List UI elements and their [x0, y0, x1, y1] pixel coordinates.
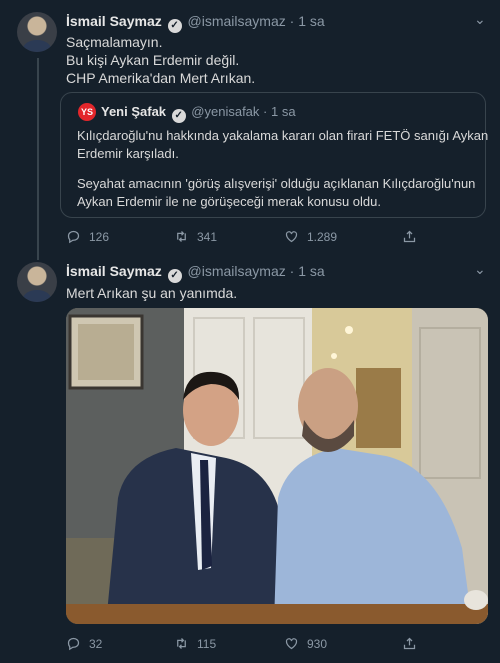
quote-text-line: Seyahat amacının 'görüş alışverişi' oldu… — [77, 176, 476, 191]
retweet-count: 341 — [197, 229, 218, 244]
verified-badge-icon: ✓ — [171, 109, 186, 123]
tweet-header: İsmail Saymaz ✓ @ismailsaymaz · 1 sa — [66, 263, 325, 283]
quote-header: Yeni Şafak ✓ @yenisafak · 1 sa — [101, 104, 296, 123]
avatar[interactable] — [17, 12, 57, 52]
retweet-icon — [177, 231, 186, 242]
more-options-icon[interactable]: ⌄ — [474, 261, 486, 278]
like-count: 930 — [307, 636, 328, 651]
author-handle[interactable]: @ismailsaymaz — [188, 263, 286, 279]
reply-icon — [67, 230, 80, 244]
quote-author-handle: @yenisafak — [191, 104, 260, 119]
tweet-actions: 126 341 1.289 — [66, 229, 426, 247]
share-button[interactable] — [402, 229, 417, 244]
reply-count: 126 — [89, 229, 110, 244]
tweet-header: İsmail Saymaz ✓ @ismailsaymaz · 1 sa — [66, 13, 325, 33]
photo-scene — [66, 308, 488, 624]
verified-badge-icon: ✓ — [167, 19, 182, 33]
tweet-time[interactable]: · 1 sa — [290, 13, 325, 29]
tweet-text-line: Saçmalamayın. — [66, 34, 163, 50]
reply-icon — [67, 637, 80, 651]
quote-author-name: Yeni Şafak — [101, 104, 167, 119]
share-button[interactable] — [402, 636, 417, 651]
retweet-count: 115 — [197, 636, 217, 651]
tweet-text: Saçmalamayın. Bu kişi Aykan Erdemir deği… — [66, 33, 255, 87]
quote-time: · 1 sa — [263, 104, 296, 119]
like-count: 1.289 — [307, 229, 338, 244]
tweet-time[interactable]: · 1 sa — [290, 263, 325, 279]
share-icon — [403, 637, 416, 650]
yeni-safak-logo: YS — [78, 103, 96, 121]
tweet-actions: 32 115 930 — [66, 636, 426, 654]
tweet-text-line: Bu kişi Aykan Erdemir değil. — [66, 52, 240, 68]
tweet-text-line: Mert Arıkan şu an yanımda. — [66, 285, 238, 301]
author-handle[interactable]: @ismailsaymaz — [188, 13, 286, 29]
retweet-button[interactable]: 115 — [174, 636, 216, 651]
more-options-icon[interactable]: ⌄ — [474, 11, 486, 28]
heart-icon — [285, 638, 298, 650]
tweet-photo[interactable] — [66, 308, 488, 624]
thread-line — [37, 58, 39, 260]
verified-badge-icon: ✓ — [167, 269, 182, 283]
heart-icon — [285, 231, 298, 243]
reply-button[interactable]: 126 — [66, 229, 109, 244]
quote-text-line: Aykan Erdemir ile ne görüşeceği merak ko… — [77, 194, 381, 209]
reply-count: 32 — [89, 636, 103, 651]
like-button[interactable]: 1.289 — [284, 229, 337, 244]
share-icon — [403, 230, 416, 243]
retweet-button[interactable]: 341 — [174, 229, 217, 244]
tweet-text-line: CHP Amerika'dan Mert Arıkan. — [66, 70, 256, 86]
like-button[interactable]: 930 — [284, 636, 327, 651]
retweet-icon — [177, 638, 186, 649]
reply-button[interactable]: 32 — [66, 636, 102, 651]
avatar[interactable] — [17, 262, 57, 302]
quote-text-line: Erdemir karşıladı. — [77, 146, 179, 161]
author-name[interactable]: İsmail Saymaz — [66, 13, 162, 29]
quoted-tweet[interactable]: YS Yeni Şafak ✓ @yenisafak · 1 sa Kılıçd… — [60, 92, 489, 218]
quote-text-line: Kılıçdaroğlu'nu hakkında yakalama kararı… — [77, 128, 489, 143]
author-name[interactable]: İsmail Saymaz — [66, 263, 162, 279]
tweet-text: Mert Arıkan şu an yanımda. — [66, 284, 237, 302]
